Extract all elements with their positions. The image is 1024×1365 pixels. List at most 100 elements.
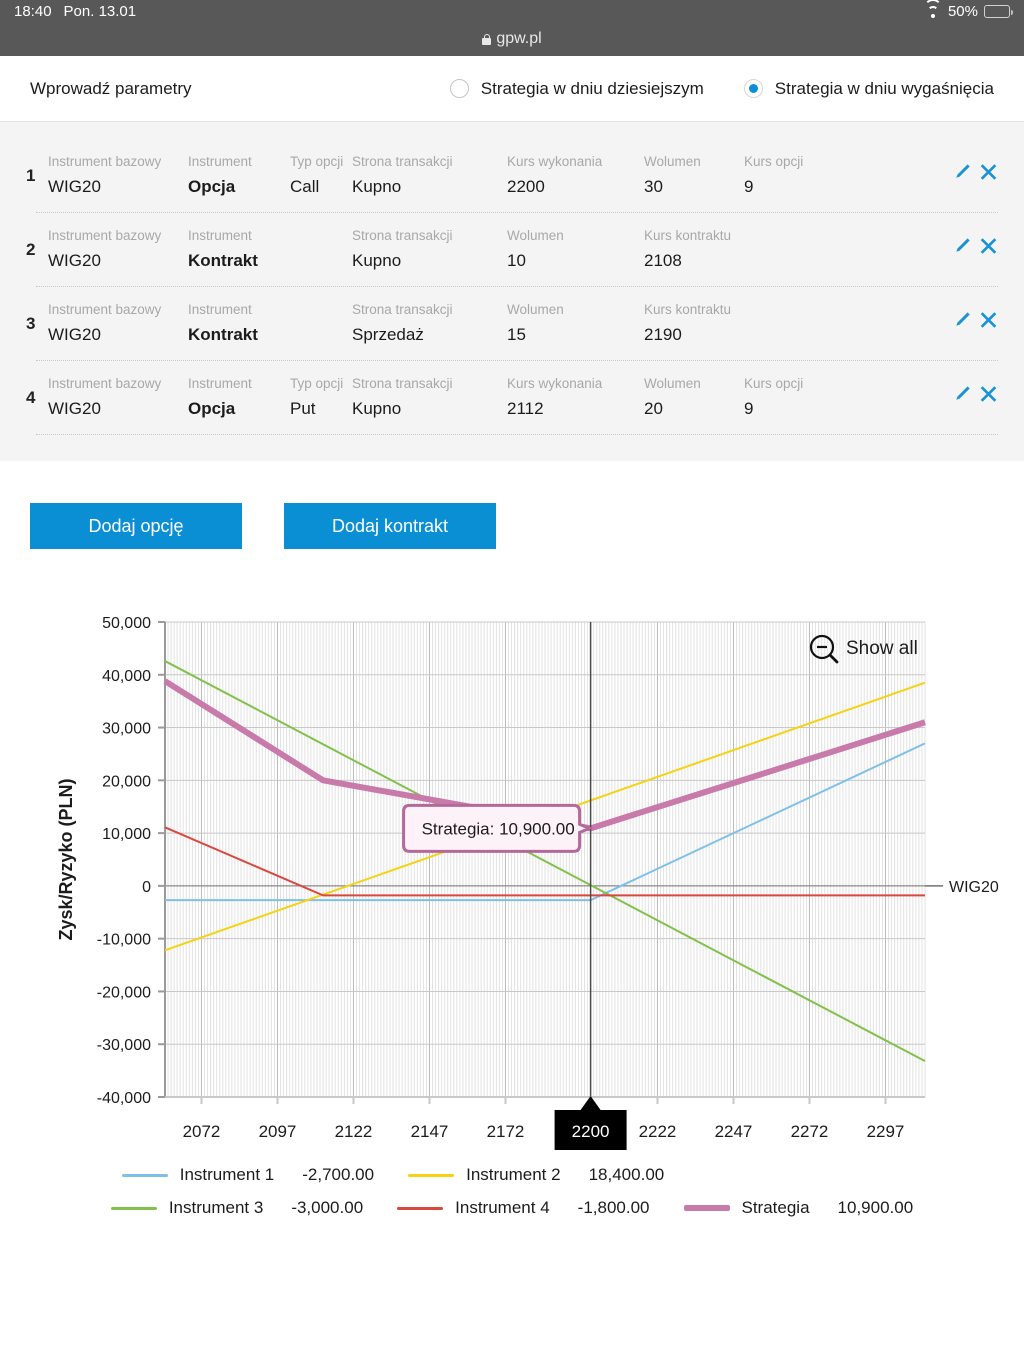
cell-value: 2190	[644, 325, 682, 344]
legend-item-instrument-1[interactable]: Instrument 1 -2,700.00	[121, 1165, 375, 1185]
radio-strategy-expiry-mark[interactable]	[743, 79, 763, 98]
x-tick-label: 2297	[867, 1122, 905, 1141]
legend-label: Instrument 3	[168, 1198, 264, 1217]
tooltip-text: Strategia: 10,900.00	[422, 819, 575, 838]
cell-value: 10	[507, 251, 526, 270]
close-icon[interactable]	[979, 236, 998, 255]
add-contract-button[interactable]: Dodaj kontrakt	[284, 503, 496, 549]
row-actions	[953, 376, 998, 403]
browser-url-bar[interactable]: gpw.pl	[0, 22, 1024, 56]
status-time: 18:40	[14, 2, 52, 20]
cell-instrument: Instrument Opcja	[188, 376, 290, 420]
cell-header: Kurs wykonania	[507, 154, 603, 169]
cell-base-instrument: Instrument bazowy WIG20	[48, 302, 188, 346]
legend-row-1: Instrument 1 -2,700.00 Instrument 2 18,4…	[121, 1165, 902, 1185]
status-bar-right: 50%	[923, 0, 1013, 20]
cell-value: 9	[744, 177, 754, 196]
cell-value: WIG20	[48, 251, 101, 270]
cell-option-type: Typ opcji Call	[290, 154, 352, 198]
pencil-icon[interactable]	[953, 236, 972, 255]
payoff-chart[interactable]: 50,000 40,000 30,000 20,000 10,000 0 -10,000 -2…	[0, 607, 1024, 1227]
radio-strategy-expiry[interactable]: Strategia w dniu wygaśnięcia	[743, 78, 994, 99]
cell-header: Instrument	[188, 376, 252, 391]
cell-value: 15	[507, 325, 526, 344]
row-number: 2	[26, 240, 36, 259]
close-icon[interactable]	[979, 162, 998, 181]
cell-value: Kontrakt	[188, 251, 258, 270]
legend-label: Instrument 1	[179, 1165, 275, 1184]
cell-header: Strona transakcji	[352, 154, 453, 169]
legend-value: 18,400.00	[588, 1165, 665, 1184]
close-icon[interactable]	[979, 384, 998, 403]
cell-value: Kupno	[352, 251, 402, 270]
radio-strategy-today-mark[interactable]	[449, 79, 469, 98]
cell-value: 20	[644, 399, 663, 418]
cell-value: 9	[744, 399, 754, 418]
x-tick-label: 2147	[411, 1122, 449, 1141]
close-icon[interactable]	[979, 310, 998, 329]
cell-instrument: Instrument Kontrakt	[188, 228, 290, 272]
x-tick-label: 2272	[791, 1122, 829, 1141]
legend-swatch	[121, 1173, 168, 1177]
row-number: 1	[26, 166, 36, 185]
legend-value: -3,000.00	[291, 1198, 364, 1217]
legend-item-instrument-2[interactable]: Instrument 2 18,400.00	[408, 1165, 664, 1185]
lock-icon	[482, 33, 492, 45]
table-row[interactable]: 1 Instrument bazowy WIG20 Instrument Opc…	[0, 138, 1024, 212]
cell-transaction-side: Strona transakcji Kupno	[352, 376, 507, 420]
strategy-mode-radiogroup: Strategia w dniu dziesiejszym Strategia …	[449, 78, 994, 99]
y-tick-label: 10,000	[102, 826, 151, 843]
legend-label: Strategia	[741, 1198, 810, 1217]
legend-item-instrument-4[interactable]: Instrument 4 -1,800.00	[397, 1198, 650, 1218]
cell-volume: Wolumen 10	[507, 228, 644, 272]
row-actions	[953, 302, 998, 329]
cell-option-type	[290, 228, 352, 234]
row-number: 3	[26, 314, 36, 333]
table-row[interactable]: 2 Instrument bazowy WIG20 Instrument Kon…	[0, 212, 1024, 286]
pencil-icon[interactable]	[953, 162, 972, 181]
cell-transaction-side: Strona transakcji Kupno	[352, 228, 507, 272]
legend-swatch	[110, 1206, 157, 1210]
cell-value: Call	[290, 177, 320, 196]
legend-item-strategia[interactable]: Strategia 10,900.00	[683, 1198, 913, 1218]
radio-strategy-today-label: Strategia w dniu dziesiejszym	[480, 78, 704, 98]
cell-value: WIG20	[48, 325, 101, 344]
cell-value: Put	[290, 399, 316, 418]
cell-volume: Wolumen 20	[644, 376, 744, 420]
cell-header: Kurs kontraktu	[644, 302, 732, 317]
legend-swatch	[683, 1205, 730, 1211]
cell-header: Typ opcji	[290, 154, 344, 169]
table-row[interactable]: 4 Instrument bazowy WIG20 Instrument Opc…	[0, 360, 1024, 434]
page-title: Wprowadź parametry	[30, 78, 192, 98]
pencil-icon[interactable]	[953, 310, 972, 329]
cell-header: Strona transakcji	[352, 302, 453, 317]
x-tick-label-selected: 2200	[572, 1122, 610, 1141]
cell-volume: Wolumen 30	[644, 154, 744, 198]
cell-header: Instrument	[188, 154, 252, 169]
radio-strategy-today[interactable]: Strategia w dniu dziesiejszym	[449, 78, 704, 99]
y-tick-label: 30,000	[102, 721, 151, 738]
battery-percent-label: 50%	[947, 2, 978, 20]
x-tick-label: 2097	[259, 1122, 297, 1141]
chart-canvas[interactable]: 50,000 40,000 30,000 20,000 10,000 0 -10,000 -2…	[0, 607, 1024, 1167]
add-option-button[interactable]: Dodaj opcję	[30, 503, 242, 549]
pencil-icon[interactable]	[953, 384, 972, 403]
legend-item-instrument-3[interactable]: Instrument 3 -3,000.00	[110, 1198, 364, 1218]
status-bar: 18:40 Pon. 13.01 50%	[0, 0, 1024, 22]
cell-header: Wolumen	[507, 302, 564, 317]
x-tick-label: 2222	[639, 1122, 677, 1141]
chart-legend: Instrument 1 -2,700.00 Instrument 2 18,4…	[0, 1165, 1024, 1218]
legend-value: -2,700.00	[302, 1165, 375, 1184]
cell-volume: Wolumen 15	[507, 302, 644, 346]
legend-label: Instrument 4	[455, 1198, 550, 1217]
cell-option-price: Kurs opcji 9	[744, 154, 854, 198]
parameters-header: Wprowadź parametry Strategia w dniu dzie…	[0, 56, 1024, 122]
radio-strategy-expiry-label: Strategia w dniu wygaśnięcia	[774, 78, 994, 98]
cell-header: Wolumen	[644, 376, 701, 391]
cell-base-instrument: Instrument bazowy WIG20	[48, 376, 188, 420]
x-tick-label: 2247	[715, 1122, 753, 1141]
cell-value: Opcja	[188, 177, 236, 196]
table-row[interactable]: 3 Instrument bazowy WIG20 Instrument Kon…	[0, 286, 1024, 360]
cell-value: 30	[644, 177, 663, 196]
legend-row-2: Instrument 3 -3,000.00 Instrument 4 -1,8…	[110, 1198, 913, 1218]
